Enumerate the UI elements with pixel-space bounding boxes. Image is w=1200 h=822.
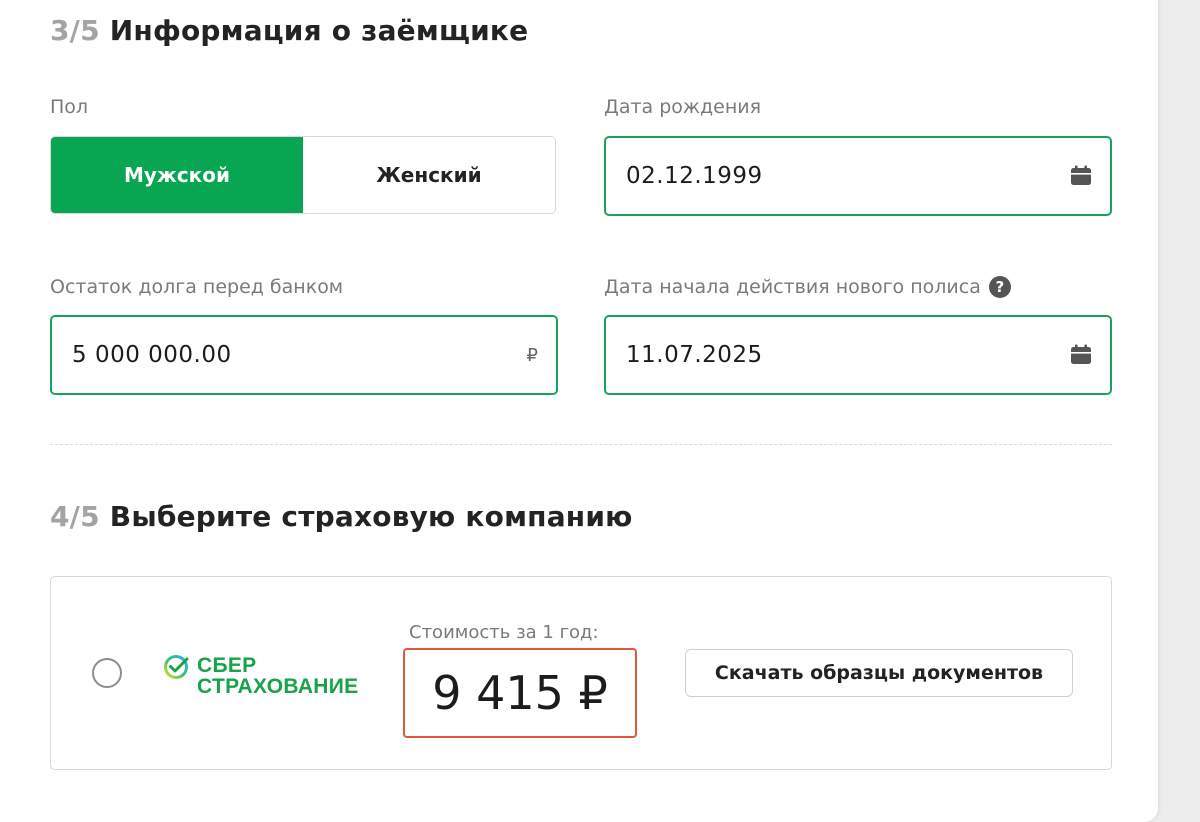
policy-start-label: Дата начала действия нового полиса ?	[604, 276, 1011, 298]
step-indicator: 4/5	[50, 500, 100, 533]
sber-insurance-logo: СБЕР СТРАХОВАНИЕ	[163, 653, 383, 699]
gender-toggle: Мужской Женский	[50, 136, 556, 214]
annual-price: 9 415 ₽	[403, 648, 637, 738]
sber-logo-icon	[164, 655, 189, 679]
policy-start-date-field[interactable]: 11.07.2025	[604, 315, 1112, 395]
step-indicator: 3/5	[50, 14, 100, 47]
download-documents-button[interactable]: Скачать образцы документов	[685, 649, 1073, 697]
debt-amount-field[interactable]: 5 000 000.00 ₽	[50, 315, 558, 395]
gender-label: Пол	[50, 96, 89, 118]
gender-option-female[interactable]: Женский	[303, 137, 555, 213]
insurance-offer-card[interactable]: СБЕР СТРАХОВАНИЕ Стоимость за 1 год: 9 4…	[50, 576, 1112, 770]
section-title-borrower-info: 3/5 Информация о заёмщике	[50, 14, 528, 47]
price-label: Стоимость за 1 год:	[409, 622, 599, 643]
birth-date-label: Дата рождения	[604, 96, 762, 118]
offer-select-radio[interactable]	[92, 658, 122, 688]
section-divider	[50, 444, 1112, 445]
section-title-text: Выберите страховую компанию	[109, 500, 633, 533]
insurance-form-card: 3/5 Информация о заёмщике Пол Мужской Жен…	[0, 0, 1158, 822]
company-name-line2: СТРАХОВАНИЕ	[197, 675, 359, 698]
birth-date-value: 02.12.1999	[626, 163, 763, 189]
company-name: СБЕР СТРАХОВАНИЕ	[197, 655, 358, 697]
company-name-line1: СБЕР	[197, 654, 257, 677]
policy-start-label-text: Дата начала действия нового полиса	[604, 276, 981, 298]
debt-label: Остаток долга перед банком	[50, 276, 344, 298]
section-title-text: Информация о заёмщике	[109, 14, 529, 47]
gender-option-male[interactable]: Мужской	[51, 137, 303, 213]
section-title-choose-insurer: 4/5 Выберите страховую компанию	[50, 500, 633, 533]
policy-start-date-value: 11.07.2025	[626, 342, 763, 368]
birth-date-field[interactable]: 02.12.1999	[604, 136, 1112, 216]
currency-suffix: ₽	[526, 344, 538, 366]
calendar-icon[interactable]	[1070, 165, 1092, 187]
calendar-icon[interactable]	[1070, 344, 1092, 366]
debt-amount-value: 5 000 000.00	[72, 342, 232, 368]
help-icon[interactable]: ?	[988, 276, 1011, 298]
